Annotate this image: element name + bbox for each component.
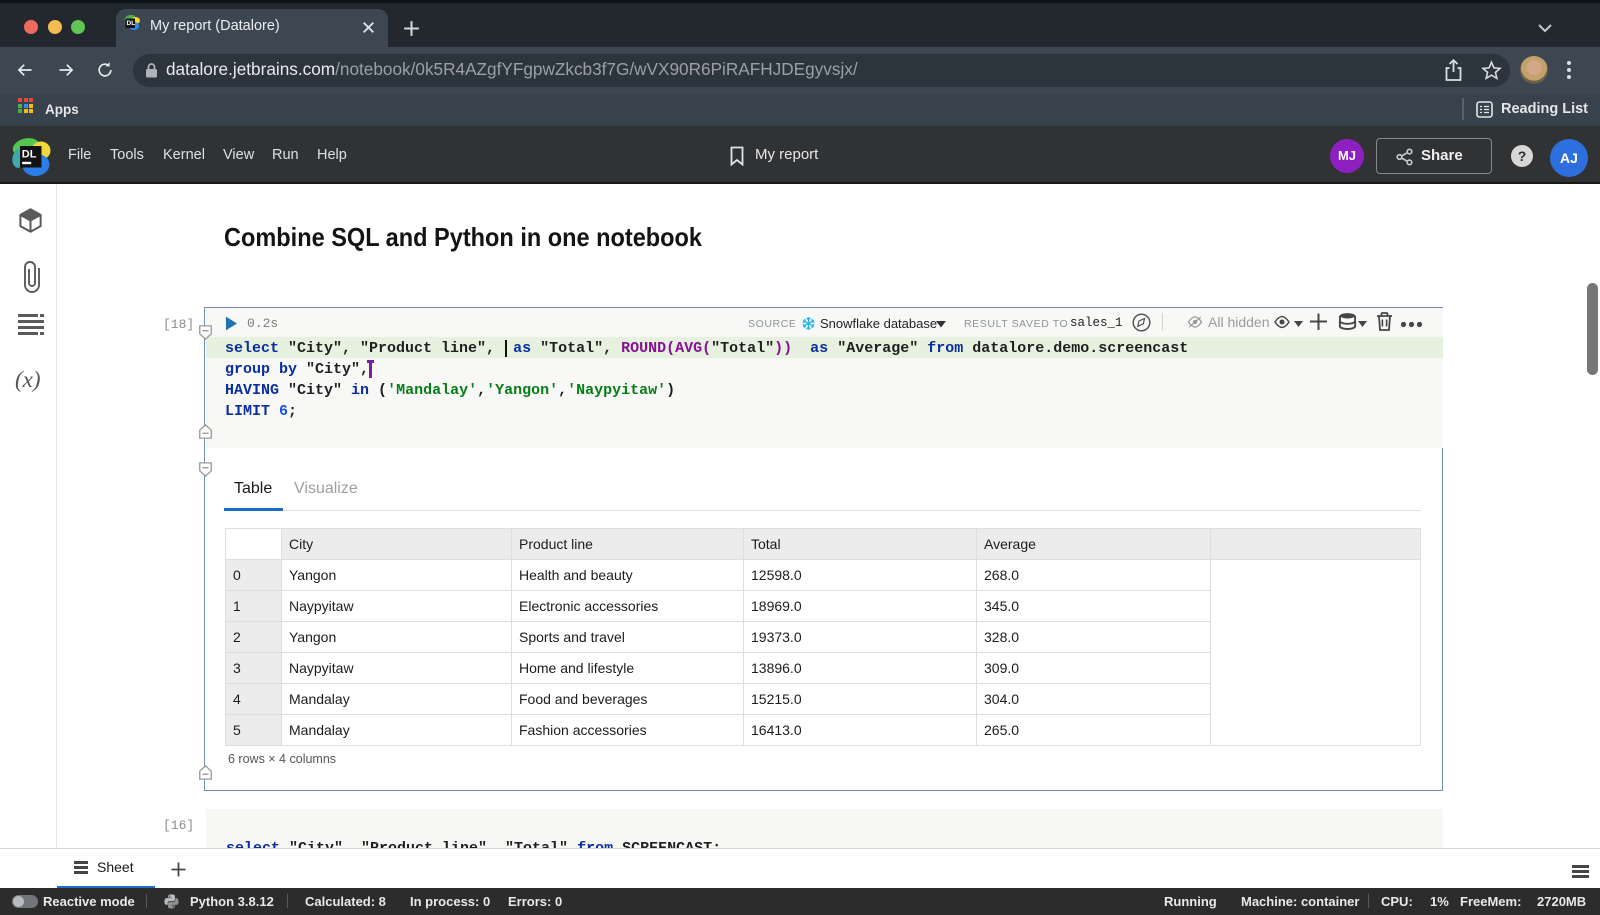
svg-text:DL: DL xyxy=(22,149,37,161)
svg-text:DL: DL xyxy=(127,20,136,27)
